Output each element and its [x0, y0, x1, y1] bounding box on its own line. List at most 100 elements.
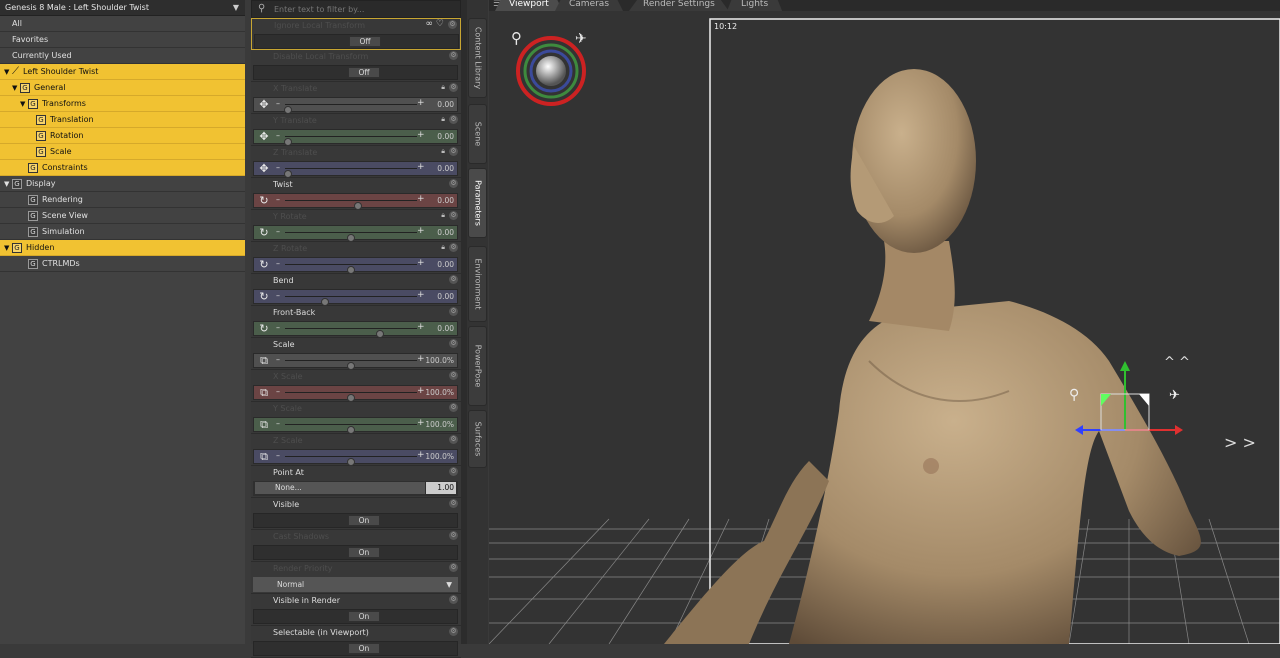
lock-icon[interactable]: 🔒︎	[441, 83, 445, 92]
slider-value[interactable]: 0.00	[437, 196, 454, 205]
viewport-tab[interactable]: Lights	[727, 0, 783, 11]
gear-icon[interactable]: ⚙	[449, 531, 458, 540]
expand-toggle-icon[interactable]: ▼	[4, 241, 12, 256]
slider-value[interactable]: 0.00	[437, 260, 454, 269]
chevron-down-icon[interactable]: ▼	[233, 3, 239, 12]
increment-icon[interactable]: +	[417, 98, 425, 108]
viewport-tab[interactable]: Render Settings	[629, 0, 729, 11]
side-tab[interactable]: Parameters	[468, 168, 487, 238]
increment-icon[interactable]: +	[417, 258, 425, 268]
decrement-icon[interactable]: –	[276, 99, 280, 108]
slider-value[interactable]: 0.00	[437, 292, 454, 301]
increment-icon[interactable]: +	[417, 194, 425, 204]
slider-field[interactable]: ✥ – +0.00	[253, 97, 458, 114]
slider-value[interactable]: 100.0%	[425, 388, 454, 397]
increment-icon[interactable]: +	[417, 290, 425, 300]
tree-item[interactable]: G Constraints	[0, 160, 245, 176]
point-at-target[interactable]: None...	[255, 482, 425, 494]
expand-toggle-icon[interactable]: ▼	[4, 177, 12, 192]
slider-thumb[interactable]	[347, 426, 355, 434]
slider-track[interactable]	[285, 296, 417, 306]
gear-icon[interactable]: ⚙	[449, 467, 458, 476]
decrement-icon[interactable]: –	[276, 163, 280, 172]
side-tab[interactable]: Scene	[468, 104, 487, 164]
tree-item[interactable]: ▼ G General	[0, 80, 245, 96]
slider-field[interactable]: ✥ – +0.00	[253, 161, 458, 178]
viewport-tab[interactable]: Viewport	[495, 0, 563, 11]
tree-item[interactable]: All	[0, 16, 245, 32]
tree-item[interactable]: ▼ ⟋ Left Shoulder Twist	[0, 64, 245, 80]
tree-item[interactable]: G Simulation	[0, 224, 245, 240]
tree-item[interactable]: ▼ G Display	[0, 176, 245, 192]
lock-icon[interactable]: 🔒︎	[441, 243, 445, 252]
tree-item[interactable]: G Scale	[0, 144, 245, 160]
decrement-icon[interactable]: –	[276, 131, 280, 140]
slider-thumb[interactable]	[347, 234, 355, 242]
slider-value[interactable]: 0.00	[437, 228, 454, 237]
decrement-icon[interactable]: –	[276, 195, 280, 204]
slider-field[interactable]: ⧉ – +100.0%	[253, 353, 458, 370]
slider-thumb[interactable]	[347, 458, 355, 466]
slider-track[interactable]	[285, 456, 417, 466]
side-tab[interactable]: Content Library	[468, 18, 487, 98]
viewport-tab[interactable]: Cameras	[555, 0, 624, 11]
expand-toggle-icon[interactable]: ▼	[12, 81, 20, 96]
tree-item[interactable]: G Rendering	[0, 192, 245, 208]
toggle-button[interactable]: On	[348, 643, 380, 654]
slider-field[interactable]: ↻ – +0.00	[253, 225, 458, 242]
decrement-icon[interactable]: –	[276, 419, 280, 428]
gear-icon[interactable]: ⚙	[449, 275, 458, 284]
toggle-button[interactable]: On	[348, 611, 380, 622]
increment-icon[interactable]: +	[417, 226, 425, 236]
expand-toggle-icon[interactable]: ▼	[4, 65, 12, 80]
slider-field[interactable]: ✥ – +0.00	[253, 129, 458, 146]
increment-icon[interactable]: +	[417, 130, 425, 140]
tree-item[interactable]: G Translation	[0, 112, 245, 128]
tree-item[interactable]: G CTRLMDs	[0, 256, 245, 272]
slider-track[interactable]	[285, 328, 417, 338]
gear-icon[interactable]: ⚙	[449, 339, 458, 348]
tree-item[interactable]: ▼ G Hidden	[0, 240, 245, 256]
gear-icon[interactable]: ⚙	[449, 307, 458, 316]
decrement-icon[interactable]: –	[276, 323, 280, 332]
render-priority-select[interactable]: Normal ▼	[253, 577, 458, 592]
decrement-icon[interactable]: –	[276, 227, 280, 236]
slider-thumb[interactable]	[347, 362, 355, 370]
gear-icon[interactable]: ⚙	[449, 627, 458, 636]
slider-thumb[interactable]	[376, 330, 385, 338]
gear-icon[interactable]: ⚙	[448, 20, 457, 29]
gear-icon[interactable]: ⚙	[449, 179, 458, 188]
slider-value[interactable]: 100.0%	[425, 356, 454, 365]
slider-thumb[interactable]	[347, 394, 355, 402]
gear-icon[interactable]: ⚙	[449, 563, 458, 572]
decrement-icon[interactable]: –	[276, 291, 280, 300]
lock-icon[interactable]: 🔒︎	[441, 211, 445, 220]
gear-icon[interactable]: ⚙	[449, 435, 458, 444]
slider-field[interactable]: ⧉ – +100.0%	[253, 385, 458, 402]
slider-track[interactable]	[285, 200, 417, 210]
search-icon[interactable]: ⚲	[258, 3, 265, 14]
slider-value[interactable]: 100.0%	[425, 452, 454, 461]
gear-icon[interactable]: ⚙	[449, 243, 458, 252]
side-tab[interactable]: Environment	[468, 246, 487, 322]
slider-value[interactable]: 0.00	[437, 324, 454, 333]
link-icon[interactable]: ∞	[426, 19, 434, 29]
slider-thumb[interactable]	[347, 266, 355, 274]
slider-thumb[interactable]	[320, 298, 329, 306]
slider-track[interactable]	[285, 360, 417, 370]
gear-icon[interactable]: ⚙	[449, 371, 458, 380]
slider-track[interactable]	[283, 104, 417, 114]
tree-item[interactable]: G Scene View	[0, 208, 245, 224]
slider-track[interactable]	[285, 424, 417, 434]
increment-icon[interactable]: +	[417, 386, 425, 396]
gear-icon[interactable]: ⚙	[449, 595, 458, 604]
node-selector[interactable]: Genesis 8 Male : Left Shoulder Twist ▼	[0, 0, 245, 16]
gear-icon[interactable]: ⚙	[449, 83, 458, 92]
slider-track[interactable]	[283, 136, 417, 146]
point-at-strength[interactable]: 1.00	[426, 482, 456, 494]
slider-field[interactable]: ↻ – +0.00	[253, 289, 458, 306]
increment-icon[interactable]: +	[417, 162, 425, 172]
slider-value[interactable]: 0.00	[437, 100, 454, 109]
gear-icon[interactable]: ⚙	[449, 211, 458, 220]
toggle-button[interactable]: Off	[349, 36, 381, 47]
